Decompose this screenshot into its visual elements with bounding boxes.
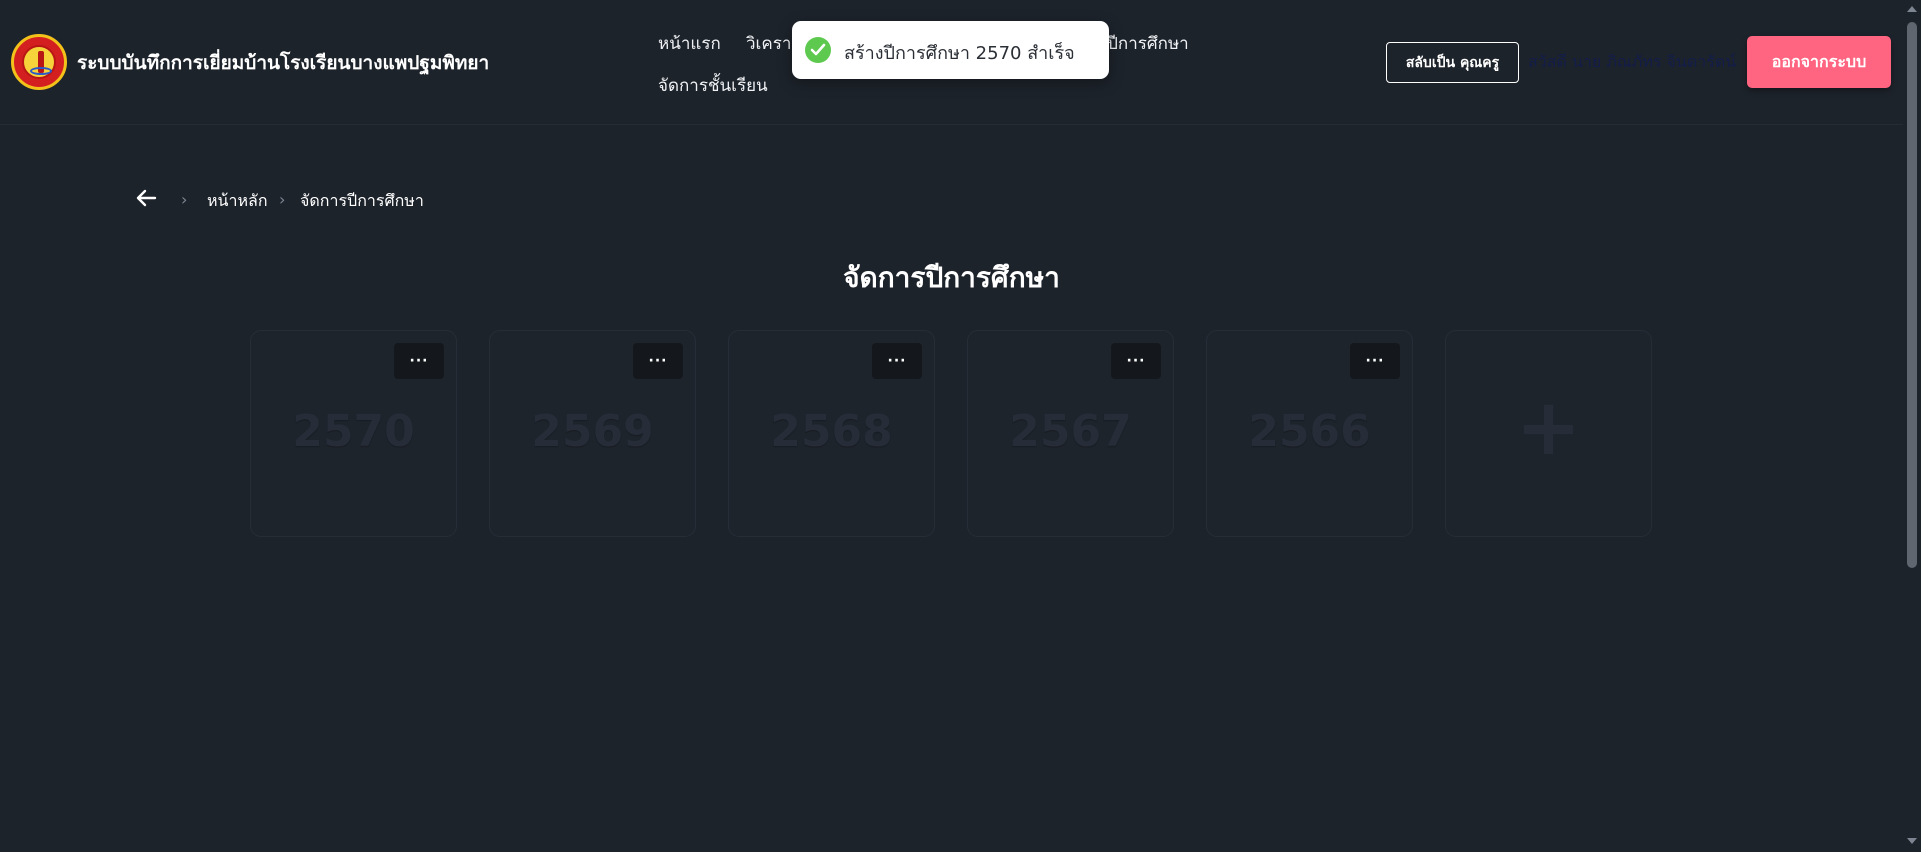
- site-title: ระบบบันทึกการเยี่ยมบ้านโรงเรียนบางแพปฐมพ…: [77, 52, 490, 74]
- year-card[interactable]: ··· 2567: [967, 330, 1174, 537]
- breadcrumb: › หน้าหลัก › จัดการปีการศึกษา: [135, 186, 535, 214]
- scrollbar-thumb[interactable]: [1907, 22, 1917, 568]
- card-menu-button[interactable]: ···: [394, 343, 444, 379]
- nav-classroom[interactable]: จัดการชั้นเรียน: [658, 72, 768, 99]
- breadcrumb-home[interactable]: หน้าหลัก: [207, 189, 268, 214]
- year-label: 2567: [1009, 406, 1132, 457]
- page-scrollbar[interactable]: [1903, 0, 1921, 852]
- academic-year-grid: ··· 2570 ··· 2569 ··· 2568 ··· 2567 ··· …: [250, 330, 1652, 538]
- year-label: 2566: [1248, 406, 1371, 457]
- logout-button[interactable]: ออกจากระบบ: [1747, 36, 1891, 88]
- check-circle-icon: [805, 37, 831, 63]
- card-menu-button[interactable]: ···: [633, 343, 683, 379]
- school-logo: [11, 34, 67, 90]
- year-card[interactable]: ··· 2569: [489, 330, 696, 537]
- year-card[interactable]: ··· 2568: [728, 330, 935, 537]
- page-title: จัดการปีการศึกษา: [843, 261, 1060, 294]
- scroll-down-icon[interactable]: [1907, 838, 1917, 844]
- success-toast: สร้างปีการศึกษา 2570 สำเร็จ: [792, 21, 1109, 79]
- year-card[interactable]: ··· 2570: [250, 330, 457, 537]
- plus-icon: +: [1515, 383, 1582, 473]
- chevron-right-icon: ›: [279, 190, 286, 209]
- add-year-card[interactable]: +: [1445, 330, 1652, 537]
- year-label: 2570: [292, 406, 415, 457]
- year-card[interactable]: ··· 2566: [1206, 330, 1413, 537]
- card-menu-button[interactable]: ···: [1111, 343, 1161, 379]
- back-arrow-icon[interactable]: [135, 188, 161, 210]
- card-menu-button[interactable]: ···: [1350, 343, 1400, 379]
- toast-message: สร้างปีการศึกษา 2570 สำเร็จ: [844, 43, 1075, 64]
- year-label: 2568: [770, 406, 893, 457]
- nav-home[interactable]: หน้าแรก: [658, 30, 721, 57]
- year-label: 2569: [531, 406, 654, 457]
- switch-role-button[interactable]: สลับเป็น คุณครู: [1386, 42, 1519, 83]
- card-menu-button[interactable]: ···: [872, 343, 922, 379]
- user-greeting: สวัสดี นาย ภิณภัทร จินดารัตน์: [1528, 52, 1737, 71]
- chevron-right-icon: ›: [181, 190, 188, 209]
- nav-academic-year[interactable]: รปีการศึกษา: [1098, 30, 1189, 57]
- scroll-up-icon[interactable]: [1907, 6, 1917, 12]
- breadcrumb-current: จัดการปีการศึกษา: [300, 191, 424, 210]
